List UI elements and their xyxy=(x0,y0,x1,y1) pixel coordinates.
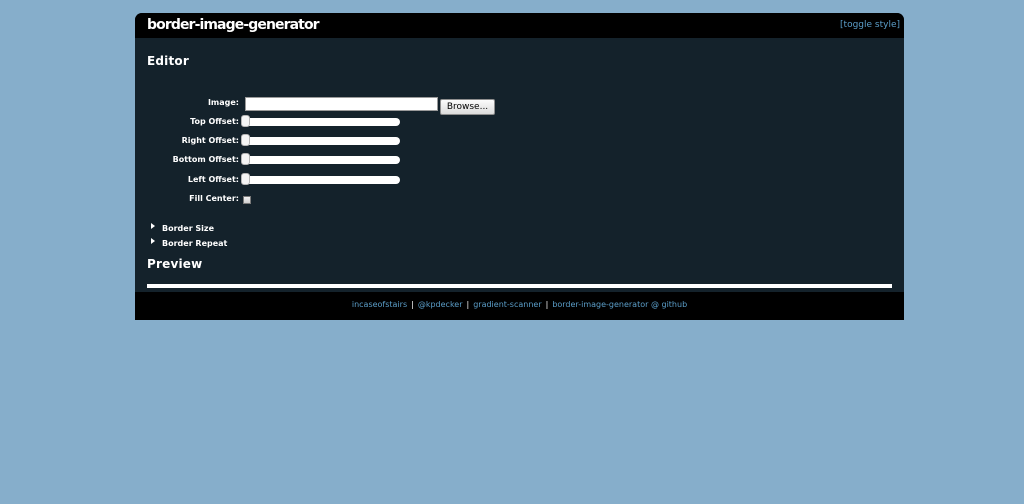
slider-track xyxy=(243,118,400,126)
footer-link-kpdecker[interactable]: @kpdecker xyxy=(418,300,463,309)
slider-track xyxy=(243,137,400,145)
left-offset-label: Left Offset: xyxy=(187,175,239,184)
border-repeat-label: Border Repeat xyxy=(162,239,228,248)
right-offset-slider[interactable] xyxy=(241,134,401,146)
editor-heading: Editor xyxy=(147,54,189,68)
slider-thumb[interactable] xyxy=(241,153,250,165)
border-repeat-toggle[interactable]: Border Repeat xyxy=(151,231,227,250)
slider-thumb[interactable] xyxy=(241,115,250,127)
left-offset-slider[interactable] xyxy=(241,173,401,185)
fill-center-checkbox[interactable] xyxy=(243,196,251,204)
app-title: border-image-generator xyxy=(147,17,320,33)
app-panel: border-image-generator [toggle style] Ed… xyxy=(135,13,904,320)
top-offset-label: Top Offset: xyxy=(190,117,239,126)
toggle-style-link[interactable]: [toggle style] xyxy=(840,20,900,30)
image-label: Image: xyxy=(207,98,239,107)
slider-thumb[interactable] xyxy=(241,173,250,185)
browse-button[interactable]: Browse... xyxy=(440,99,495,115)
bottom-offset-label: Bottom Offset: xyxy=(172,155,239,164)
footer-link-github[interactable]: border-image-generator @ github xyxy=(552,300,687,309)
footer-link-gradient-scanner[interactable]: gradient-scanner xyxy=(473,300,541,309)
slider-track xyxy=(243,176,400,184)
preview-area xyxy=(147,284,892,288)
footer-link-incaseofstairs[interactable]: incaseofstairs xyxy=(352,300,407,309)
slider-thumb[interactable] xyxy=(241,134,250,146)
preview-heading: Preview xyxy=(147,257,203,271)
disclosure-triangle-icon xyxy=(151,223,155,229)
image-file-input[interactable] xyxy=(245,97,438,111)
footer-separator: | xyxy=(466,300,470,309)
slider-track xyxy=(243,156,400,164)
bottom-offset-slider[interactable] xyxy=(241,153,401,165)
header-bar: border-image-generator [toggle style] xyxy=(135,13,904,38)
footer-separator: | xyxy=(545,300,549,309)
disclosure-triangle-icon xyxy=(151,238,155,244)
right-offset-label: Right Offset: xyxy=(181,136,239,145)
footer-bar: incaseofstairs | @kpdecker | gradient-scanne… xyxy=(135,292,904,320)
fill-center-label: Fill Center: xyxy=(189,194,239,203)
top-offset-slider[interactable] xyxy=(241,115,401,127)
footer-separator: | xyxy=(411,300,414,309)
